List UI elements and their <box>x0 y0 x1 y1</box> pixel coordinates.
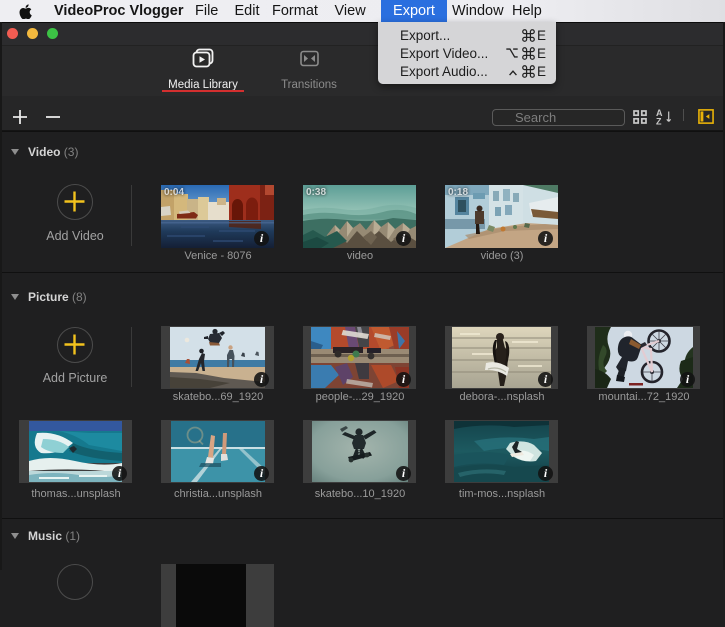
svg-text:Z: Z <box>656 117 662 126</box>
